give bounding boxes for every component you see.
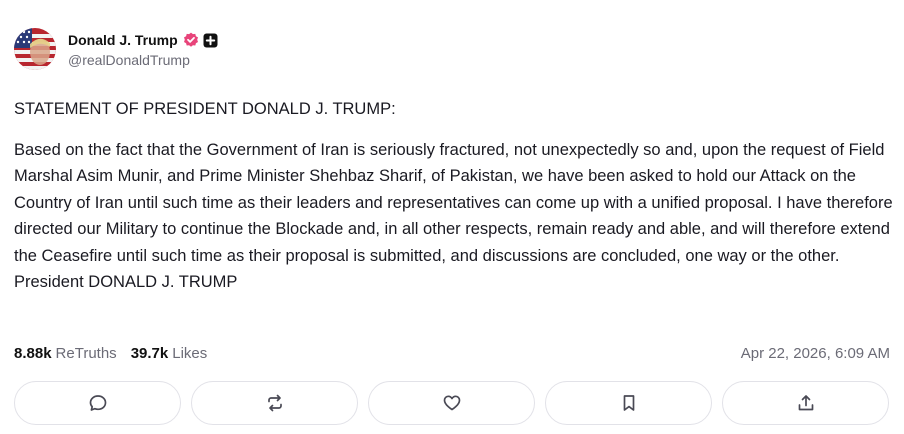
likes-stat[interactable]: 39.7k Likes — [131, 345, 208, 362]
retruths-count: 8.88k — [14, 345, 52, 362]
post-stats: 8.88k ReTruths 39.7k Likes Apr 22, 2026, 6… — [14, 345, 890, 362]
bookmark-button[interactable] — [545, 381, 712, 425]
bookmark-icon — [623, 395, 634, 411]
like-icon — [443, 395, 460, 411]
author-identity: Donald J. Trump @realDonaldTrump — [68, 30, 218, 68]
display-name[interactable]: Donald J. Trump — [68, 32, 178, 48]
share-icon — [798, 395, 813, 411]
plus-badge-icon — [203, 33, 218, 48]
retruths-stat[interactable]: 8.88k ReTruths — [14, 345, 117, 362]
name-row: Donald J. Trump — [68, 30, 218, 50]
retruths-label: ReTruths — [55, 345, 117, 362]
retruth-icon — [267, 394, 282, 412]
verified-badge-icon — [183, 32, 199, 48]
likes-count: 39.7k — [130, 345, 169, 362]
reply-icon — [89, 395, 106, 411]
action-bar — [14, 381, 889, 425]
post-title: STATEMENT OF PRESIDENT DONALD J. TRUMP: — [14, 100, 396, 118]
share-button[interactable] — [722, 381, 889, 425]
post-body: Based on the fact that the Government of… — [14, 140, 893, 292]
like-button[interactable] — [368, 381, 535, 425]
likes-label: Likes — [172, 345, 208, 362]
reply-button[interactable] — [14, 381, 181, 425]
author-handle[interactable]: @realDonaldTrump — [68, 52, 218, 68]
avatar[interactable] — [14, 28, 56, 70]
post-header: Donald J. Trump @realDonaldTrump — [14, 28, 218, 70]
post-content: STATEMENT OF PRESIDENT DONALD J. TRUMP: … — [14, 96, 898, 296]
post-timestamp[interactable]: Apr 22, 2026, 6:09 AM — [741, 345, 890, 362]
post-card: Donald J. Trump @realDonaldTrump STATEME… — [0, 0, 904, 434]
retruth-button[interactable] — [191, 381, 358, 425]
